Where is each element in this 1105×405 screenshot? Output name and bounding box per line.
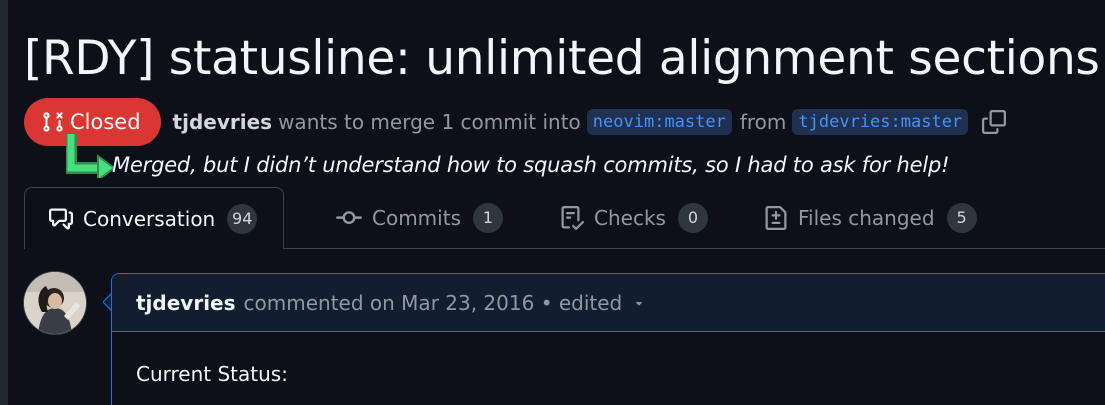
author-link[interactable]: tjdevries <box>173 110 273 134</box>
git-commit-icon <box>336 210 362 224</box>
page-title: [RDY] statusline: unlimited alignment se… <box>24 31 1100 86</box>
comment-discussion-icon <box>49 208 73 229</box>
merge-summary: tjdevries wants to merge 1 commit into n… <box>173 109 1007 135</box>
from-text: from <box>739 110 787 134</box>
comment-header: tjdevries commented on Mar 23, 2016 • ed… <box>112 274 1105 332</box>
merge-text: wants to merge 1 commit into <box>278 110 581 134</box>
annotation-text: Merged, but I didn’t understand how to s… <box>112 153 950 177</box>
pr-meta: Closed tjdevries wants to merge 1 commit… <box>24 98 1007 146</box>
copy-icon[interactable] <box>982 110 1007 134</box>
checklist-icon <box>561 205 584 230</box>
tab-count: 94 <box>227 203 258 234</box>
avatar[interactable] <box>24 272 86 334</box>
annotation-arrow-icon <box>66 134 116 178</box>
tab-count: 5 <box>946 202 977 233</box>
tab-label: Files changed <box>798 205 935 230</box>
comment-box: tjdevries commented on Mar 23, 2016 • ed… <box>111 273 1105 405</box>
comment-author-link[interactable]: tjdevries <box>136 291 236 315</box>
tab-count: 0 <box>677 202 708 233</box>
tab-label: Commits <box>372 205 461 230</box>
tab-conversation[interactable]: Conversation 94 <box>24 187 285 249</box>
tab-files-changed[interactable]: Files changed 5 <box>764 187 977 248</box>
tab-label: Checks <box>594 205 666 230</box>
comment-meta[interactable]: commented on Mar 23, 2016 • edited <box>244 291 623 315</box>
base-branch[interactable]: neovim:master <box>586 109 732 135</box>
state-label: Closed <box>70 110 141 134</box>
comment-body: Current Status: <box>136 362 288 386</box>
tab-checks[interactable]: Checks 0 <box>560 187 708 248</box>
tab-count: 1 <box>472 202 503 233</box>
git-pull-request-closed-icon <box>43 112 63 132</box>
head-branch[interactable]: tjdevries:master <box>792 109 969 135</box>
chevron-down-icon[interactable] <box>632 296 646 310</box>
file-diff-icon <box>765 205 787 230</box>
pull-request-page: [RDY] statusline: unlimited alignment se… <box>8 0 1105 405</box>
tab-commits[interactable]: Commits 1 <box>336 187 503 248</box>
pr-tabs: Conversation 94 Commits 1 Checks 0 Files… <box>24 187 1105 249</box>
tab-label: Conversation <box>83 206 216 231</box>
